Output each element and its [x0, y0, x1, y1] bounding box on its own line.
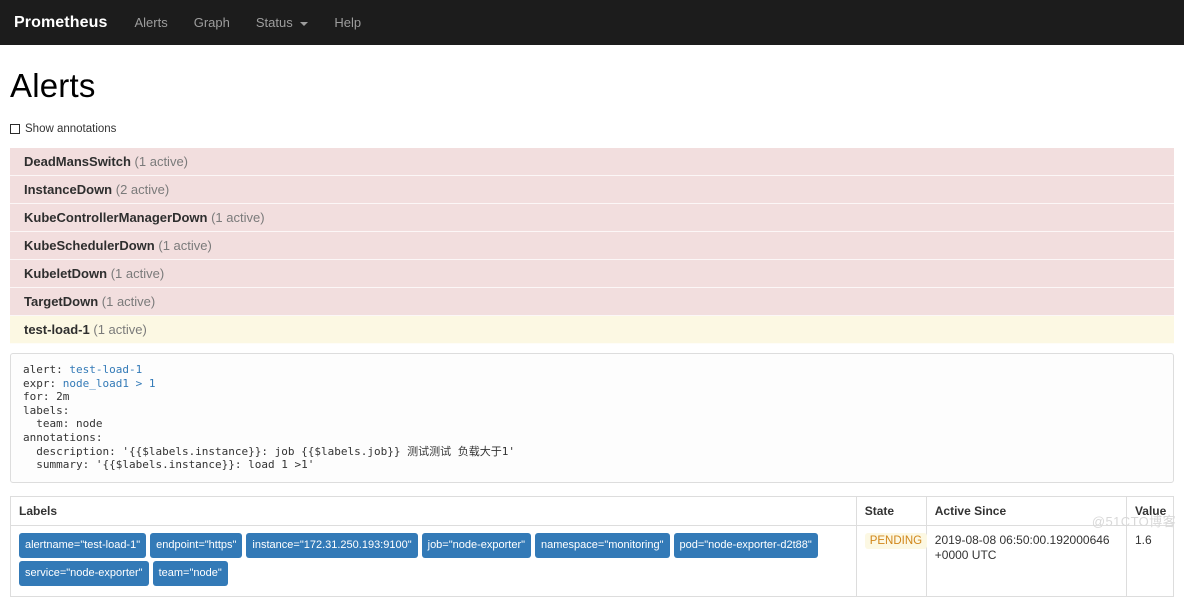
code-line: alert: test-load-1	[23, 363, 143, 376]
label-badge[interactable]: job="node-exporter"	[421, 532, 532, 558]
nav-item-graph[interactable]: Graph	[181, 0, 243, 45]
chevron-down-icon	[300, 21, 309, 26]
alert-group-count: (1 active)	[101, 294, 156, 309]
alert-group-name: test-load-1	[24, 322, 90, 337]
main-navbar: Prometheus Alerts Graph Status Help	[0, 0, 1184, 45]
nav-item-status-label: Status	[255, 15, 293, 30]
code-line: for: 2m	[23, 390, 70, 404]
code-line: labels:	[23, 403, 70, 417]
show-annotations-checkbox[interactable]	[10, 124, 20, 134]
code-line: summary: '{{$labels.instance}}: load 1 >…	[23, 458, 315, 472]
column-header-state: State	[855, 495, 927, 526]
alert-group-name: InstanceDown	[24, 182, 113, 197]
label-badge[interactable]: service="node-exporter"	[19, 560, 149, 586]
alert-group-instancedown[interactable]: InstanceDown (2 active)	[10, 176, 1174, 204]
alert-group-name: KubeSchedulerDown	[24, 238, 155, 253]
code-line: expr: node_load1 > 1	[23, 376, 156, 390]
alert-group-count: (1 active)	[134, 154, 189, 169]
nav-item-alerts-label: Alerts	[134, 15, 168, 30]
code-token: node_load1 > 1	[62, 376, 156, 390]
code-line: team: node	[23, 417, 103, 431]
show-annotations-label[interactable]: Show annotations	[25, 123, 116, 135]
alert-group-kubecontrollermanagerdown[interactable]: KubeControllerManagerDown (1 active)	[10, 204, 1174, 232]
alert-group-count: (1 active)	[93, 322, 147, 337]
label-badge-group: alertname="test-load-1" endpoint="https" i…	[19, 532, 848, 589]
table-header-row: Labels State Active Since Value	[10, 495, 1175, 526]
alert-group-count: (2 active)	[115, 182, 170, 197]
alert-group-name: DeadMansSwitch	[24, 154, 131, 169]
nav-item-graph-label: Graph	[193, 15, 230, 30]
active-since-value: 2019-08-08 06:50:00.192000646 +0000 UTC	[934, 532, 1110, 562]
alert-group-name: KubeletDown	[24, 266, 108, 281]
code-line: annotations:	[23, 430, 103, 444]
show-annotations-row: Show annotations	[10, 123, 1174, 135]
label-badge[interactable]: namespace="monitoring"	[535, 532, 670, 558]
alert-instances-table: Labels State Active Since Value alertnam…	[10, 495, 1175, 597]
alert-group-kubeletdown[interactable]: KubeletDown (1 active)	[10, 260, 1174, 288]
code-token: test-load-1	[69, 363, 143, 376]
nav-item-help-label: Help	[334, 15, 362, 30]
alert-value: 1.6	[1134, 532, 1152, 547]
brand-prometheus[interactable]: Prometheus	[10, 0, 121, 45]
alert-group-name: TargetDown	[24, 294, 99, 309]
rule-definition-code: alert: test-load-1 expr: node_load1 > 1 fo…	[10, 353, 1174, 483]
page-title: Alerts	[10, 67, 96, 104]
watermark: @51CTO博客	[1091, 514, 1176, 529]
code-line: description: '{{$labels.instance}}: job …	[23, 444, 515, 458]
nav-item-status[interactable]: Status	[243, 0, 321, 45]
nav-item-alerts[interactable]: Alerts	[121, 0, 180, 45]
alert-group-count: (1 active)	[211, 210, 265, 225]
alert-group-kubeschedulerdown[interactable]: KubeSchedulerDown (1 active)	[10, 232, 1174, 260]
alert-group-count: (1 active)	[158, 238, 212, 253]
label-badge[interactable]: alertname="test-load-1"	[19, 532, 147, 558]
alert-group-count: (1 active)	[110, 266, 165, 281]
column-header-labels: Labels	[10, 495, 857, 526]
alert-group-name: KubeControllerManagerDown	[24, 210, 208, 225]
alert-group-list: DeadMansSwitch (1 active) InstanceDown (…	[10, 148, 1174, 344]
alert-group-deadmansswitch[interactable]: DeadMansSwitch (1 active)	[10, 148, 1174, 176]
alert-group-test-load-1[interactable]: test-load-1 (1 active)	[10, 316, 1174, 344]
label-badge[interactable]: instance="172.31.250.193:9100"	[246, 532, 418, 558]
label-badge[interactable]: pod="node-exporter-d2t88"	[673, 532, 818, 558]
alert-group-targetdown[interactable]: TargetDown (1 active)	[10, 288, 1174, 316]
page-content: Alerts Show annotations DeadMansSwitch (…	[0, 67, 1184, 597]
status-badge: PENDING	[864, 532, 928, 549]
label-badge[interactable]: team="node"	[152, 560, 228, 586]
label-badge[interactable]: endpoint="https"	[150, 532, 243, 558]
nav-item-help[interactable]: Help	[321, 0, 374, 45]
